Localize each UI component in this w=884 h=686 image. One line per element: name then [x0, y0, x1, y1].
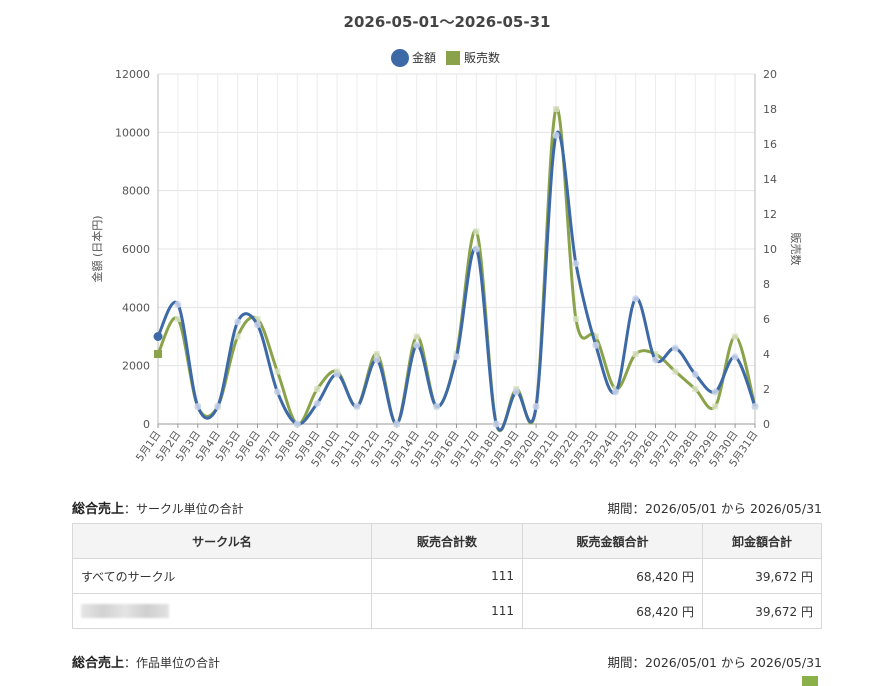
y-axis-label: 金額 (日本円): [90, 215, 104, 282]
data-point-count: [234, 333, 241, 340]
y-tick-label: 4000: [122, 301, 150, 314]
data-point-amount: [393, 420, 401, 428]
column-header-circle-name: サークル名: [72, 523, 372, 559]
y-tick-label: 8000: [122, 185, 150, 198]
data-point-count: [473, 228, 480, 235]
data-point-amount: [373, 356, 381, 364]
table-row: すべてのサークル 111 68,420 円 39,672 円: [72, 558, 822, 594]
data-point-amount-first: [153, 332, 163, 341]
data-point-amount: [273, 388, 281, 396]
table-row: 111 68,420 円 39,672 円: [72, 593, 822, 629]
column-header-sales-count: 販売合計数: [371, 523, 523, 559]
sales-chart-svg: 0 2000 4000 6000 8000 10000 12000 0 2 4 6 8 10 12 14 16…: [90, 13, 802, 469]
data-point-amount: [731, 353, 739, 361]
data-point-amount: [413, 341, 421, 349]
data-point-count: [712, 403, 719, 410]
y2-axis-label: 販売数: [789, 233, 802, 266]
data-point-amount: [552, 131, 560, 139]
data-point-amount: [472, 245, 480, 253]
y2-tick-label: 4: [763, 348, 770, 361]
data-point-count: [672, 368, 679, 375]
y-tick-label: 2000: [122, 360, 150, 373]
legend-marker-count: [446, 51, 460, 65]
legend-marker-amount: [391, 49, 409, 67]
data-point-count: [732, 333, 739, 340]
data-point-amount: [691, 370, 699, 378]
section-header-work-total: 総合売上：作品単位の合計 期間：2026/05/01 から 2026/05/31: [72, 651, 822, 671]
data-point-amount: [532, 403, 540, 410]
section-header-circle-total: 総合売上：サークル単位の合計 期間：2026/05/01 から 2026/05/…: [72, 497, 822, 517]
column-header-wholesale-amount: 卸金額合計: [702, 523, 822, 559]
legend-label-amount: 金額: [412, 50, 436, 65]
data-point-amount: [671, 344, 679, 352]
period-label: 期間：2026/05/01 から 2026/05/31: [607, 654, 822, 670]
data-point-amount: [453, 353, 460, 361]
data-point-amount: [353, 403, 361, 410]
section-title: 総合売上: [72, 655, 125, 671]
y2-tick-label: 14: [763, 173, 777, 186]
data-point-amount: [652, 356, 659, 364]
data-point-amount: [433, 403, 441, 410]
data-point-amount: [333, 370, 341, 378]
data-point-amount: [751, 403, 759, 410]
cell-sales-count: 111: [371, 593, 523, 629]
cell-sales-amount: 68,420 円: [522, 593, 703, 629]
period-label: 期間：2026/05/01 から 2026/05/31: [607, 500, 822, 516]
data-point-amount: [293, 420, 301, 428]
cell-sales-amount: 68,420 円: [522, 558, 703, 594]
data-point-amount: [313, 400, 321, 408]
circle-summary-table: サークル名 販売合計数 販売金額合計 卸金額合計 すべてのサークル 111 68…: [72, 523, 822, 629]
y2-tick-label: 10: [763, 243, 777, 256]
cell-wholesale-amount: 39,672 円: [702, 593, 822, 629]
data-point-amount: [512, 388, 520, 396]
y-tick-label: 12000: [115, 68, 150, 81]
y2-tick-label: 2: [763, 383, 770, 396]
data-point-count: [692, 386, 699, 392]
data-point-count-first: [154, 350, 162, 358]
section-title: 総合売上: [72, 501, 125, 517]
y2-tick-label: 8: [763, 278, 770, 291]
data-point-amount: [632, 295, 640, 303]
y2-tick-label: 16: [763, 138, 777, 151]
data-point-count: [373, 351, 380, 357]
data-point-amount: [194, 403, 202, 410]
table-header-row: サークル名 販売合計数 販売金額合計 卸金額合計: [72, 523, 822, 559]
cell-circle-name-redacted: [72, 593, 372, 629]
data-point-count: [553, 106, 559, 112]
data-point-amount: [492, 420, 500, 428]
y2-tick-label: 0: [763, 418, 770, 431]
column-header-sales-amount: 販売金額合計: [522, 523, 703, 559]
data-point-amount: [592, 341, 600, 349]
data-point-amount: [711, 388, 719, 396]
data-point-count: [314, 386, 321, 392]
cell-wholesale-amount: 39,672 円: [702, 558, 822, 594]
y-tick-label: 6000: [122, 243, 150, 256]
y2-tick-label: 12: [763, 208, 777, 221]
cell-circle-name: すべてのサークル: [72, 558, 372, 594]
y-tick-label: 10000: [115, 126, 150, 139]
data-point-count: [572, 316, 579, 322]
legend-label-count: 販売数: [464, 50, 500, 65]
y2-tick-label: 6: [763, 313, 770, 326]
section-subtitle: ：サークル単位の合計: [124, 501, 244, 516]
data-point-amount: [254, 321, 261, 329]
data-point-amount: [572, 260, 580, 268]
cell-sales-count: 111: [371, 558, 523, 594]
y2-tick-label: 18: [763, 103, 777, 116]
data-point-amount: [214, 403, 222, 410]
legend-color-swatch: [802, 676, 818, 686]
redacted-name: [81, 604, 169, 619]
data-point-count: [413, 333, 420, 340]
data-point-amount: [234, 318, 242, 326]
chart-title: 2026-05-01〜2026-05-31: [344, 13, 551, 31]
section-subtitle: ：作品単位の合計: [124, 655, 221, 670]
data-point-count: [274, 368, 281, 375]
data-point-amount: [174, 300, 182, 308]
data-point-count: [632, 351, 639, 357]
y-tick-label: 0: [143, 418, 150, 431]
data-point-amount: [612, 388, 620, 396]
y2-tick-label: 20: [763, 68, 777, 81]
sales-chart: 0 2000 4000 6000 8000 10000 12000 0 2 4 6 8 10 12 14 16…: [0, 0, 884, 480]
